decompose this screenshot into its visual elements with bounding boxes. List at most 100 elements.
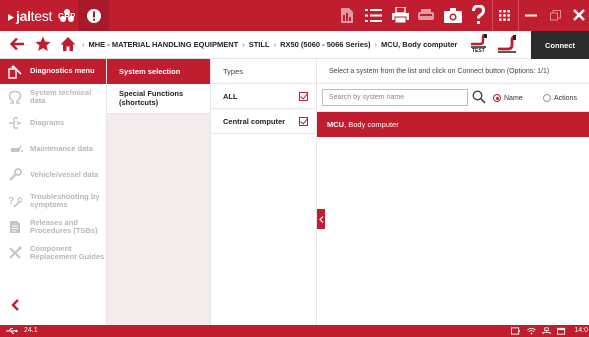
wrench-icon xyxy=(7,167,23,183)
vehicle-button[interactable] xyxy=(416,7,436,23)
system-code: MCU xyxy=(327,120,345,129)
sidebar-item-label: Maintenance data xyxy=(30,143,93,153)
warning-icon xyxy=(86,8,101,23)
breadcrumb-item-system: MCU, Body computer xyxy=(381,40,458,49)
close-button[interactable] xyxy=(571,7,587,23)
test-connection-button[interactable]: TEST xyxy=(470,33,490,56)
connect-button[interactable]: Connect xyxy=(531,31,589,59)
ohm-icon xyxy=(7,89,23,105)
print-button[interactable] xyxy=(391,6,409,24)
sidebar-item-label: Troubleshooting by symptoms xyxy=(30,191,100,209)
chevron-right-icon: › xyxy=(82,40,85,49)
report-icon xyxy=(341,7,353,23)
radio-label: Name xyxy=(504,94,523,102)
document-icon xyxy=(7,219,23,235)
system-selection-column: System selection Special Functions (shor… xyxy=(107,59,211,325)
minimize-button[interactable] xyxy=(523,8,539,22)
tools-icon xyxy=(7,245,23,261)
report-button[interactable] xyxy=(338,6,356,24)
top-bar: jal test GRP xyxy=(0,0,589,31)
camera-button[interactable] xyxy=(443,6,463,24)
chevron-right-icon: › xyxy=(374,40,378,49)
checkbox-checked-icon[interactable] xyxy=(299,91,308,101)
special-functions-item[interactable]: Special Functions (shortcuts) xyxy=(107,84,210,114)
types-column: Types ALL Central computer xyxy=(211,59,317,325)
breadcrumb-item-brand[interactable]: STILL xyxy=(249,40,270,49)
breadcrumb-item-model[interactable]: RX50 (5060 - 5066 Series) xyxy=(280,40,370,49)
logo-text-bold: jal xyxy=(16,7,31,24)
home-icon[interactable] xyxy=(60,36,76,52)
plug-connection-button[interactable] xyxy=(497,35,519,55)
sidebar-item-label: System technical data xyxy=(30,87,92,105)
breadcrumb-item-category[interactable]: MHE - MATERIAL HANDLING EQUIPMENT xyxy=(89,40,239,49)
restore-icon xyxy=(549,9,561,20)
sidebar-item-maintenance-data[interactable]: Maintenance data xyxy=(0,136,106,162)
navigation-bar: › MHE - MATERIAL HANDLING EQUIPMENT › ST… xyxy=(0,31,589,59)
radio-selected-icon xyxy=(493,94,501,102)
divider xyxy=(492,0,493,31)
chevron-right-icon: › xyxy=(242,40,245,49)
sidebar-item-diagrams[interactable]: Diagrams xyxy=(0,110,106,136)
instructions-text: Select a system from the list and click … xyxy=(317,59,589,84)
troubleshoot-icon: ? xyxy=(7,193,23,209)
system-selection-header: System selection xyxy=(107,59,210,84)
search-input[interactable] xyxy=(322,89,468,106)
sidebar-item-diagnostics-menu[interactable]: Diagnostics menu xyxy=(0,59,106,84)
wifi-icon xyxy=(527,327,536,335)
apps-grid-icon xyxy=(498,9,510,21)
print-icon xyxy=(391,7,409,23)
search-icon[interactable] xyxy=(472,90,486,104)
sidebar-item-label: Releases and Procedures (TSBs) xyxy=(30,217,98,235)
types-header: Types xyxy=(211,59,316,84)
system-row-mcu[interactable]: MCU, Body computer xyxy=(317,112,589,137)
version-text: 24.1 xyxy=(24,327,38,334)
breadcrumb: › MHE - MATERIAL HANDLING EQUIPMENT › ST… xyxy=(82,40,457,49)
list-button[interactable] xyxy=(364,6,382,24)
chevron-left-icon xyxy=(318,215,323,223)
type-row-central-computer[interactable]: Central computer xyxy=(211,109,316,134)
sidebar-item-troubleshooting[interactable]: ? Troubleshooting by symptoms xyxy=(0,188,106,214)
sidebar-item-label: Diagrams xyxy=(30,117,65,127)
network-icon xyxy=(542,327,551,335)
logo-text-light: test xyxy=(30,7,53,24)
sidebar-item-releases-procedures[interactable]: Releases and Procedures (TSBs) xyxy=(0,214,106,240)
logo-mark-icon xyxy=(8,13,14,21)
back-arrow-icon[interactable] xyxy=(9,36,25,52)
panel-splitter-handle[interactable] xyxy=(317,209,325,229)
close-icon xyxy=(573,9,585,21)
sidebar-item-label: Component Replacement Guides xyxy=(30,243,105,261)
radio-name[interactable]: Name xyxy=(493,94,523,102)
clock-text: 14:0 xyxy=(574,327,588,334)
vehicle-icon xyxy=(418,8,434,20)
warning-button[interactable] xyxy=(78,0,109,31)
sidebar-item-label: Diagnostics menu xyxy=(30,66,95,76)
sidebar-item-label: Vehicle/vessel data xyxy=(30,169,99,179)
type-row-all[interactable]: ALL xyxy=(211,84,316,109)
usb-icon xyxy=(6,328,18,334)
test-label: TEST xyxy=(472,48,485,54)
sidebar-item-vehicle-vessel-data[interactable]: Vehicle/vessel data xyxy=(0,162,106,188)
minimize-icon xyxy=(525,14,537,17)
radio-actions[interactable]: Actions xyxy=(543,94,577,102)
sidebar-item-component-replacement[interactable]: Component Replacement Guides xyxy=(0,240,106,266)
search-row: Name Actions xyxy=(317,84,589,112)
calendar-icon xyxy=(557,327,566,335)
system-name: , Body computer xyxy=(344,120,399,129)
test-plug-icon xyxy=(471,33,487,48)
group-emblem-icon[interactable] xyxy=(58,7,76,25)
diagram-icon xyxy=(7,115,23,131)
favorite-star-icon[interactable] xyxy=(35,36,51,52)
camera-icon xyxy=(444,7,462,23)
sidebar-item-system-technical-data[interactable]: System technical data xyxy=(0,84,106,110)
radio-unselected-icon xyxy=(543,94,551,102)
help-icon xyxy=(471,4,485,24)
radio-label: Actions xyxy=(554,94,577,102)
apps-grid-button[interactable] xyxy=(497,8,511,22)
restore-button[interactable] xyxy=(547,8,563,22)
collapse-sidebar-icon[interactable] xyxy=(10,299,22,311)
help-button[interactable] xyxy=(470,4,486,26)
status-bar: 24.1 14:0 xyxy=(0,325,589,337)
chevron-right-icon: › xyxy=(273,40,277,49)
checkbox-checked-icon[interactable] xyxy=(299,116,308,126)
sidebar: Diagnostics menu System technical data D… xyxy=(0,59,107,325)
